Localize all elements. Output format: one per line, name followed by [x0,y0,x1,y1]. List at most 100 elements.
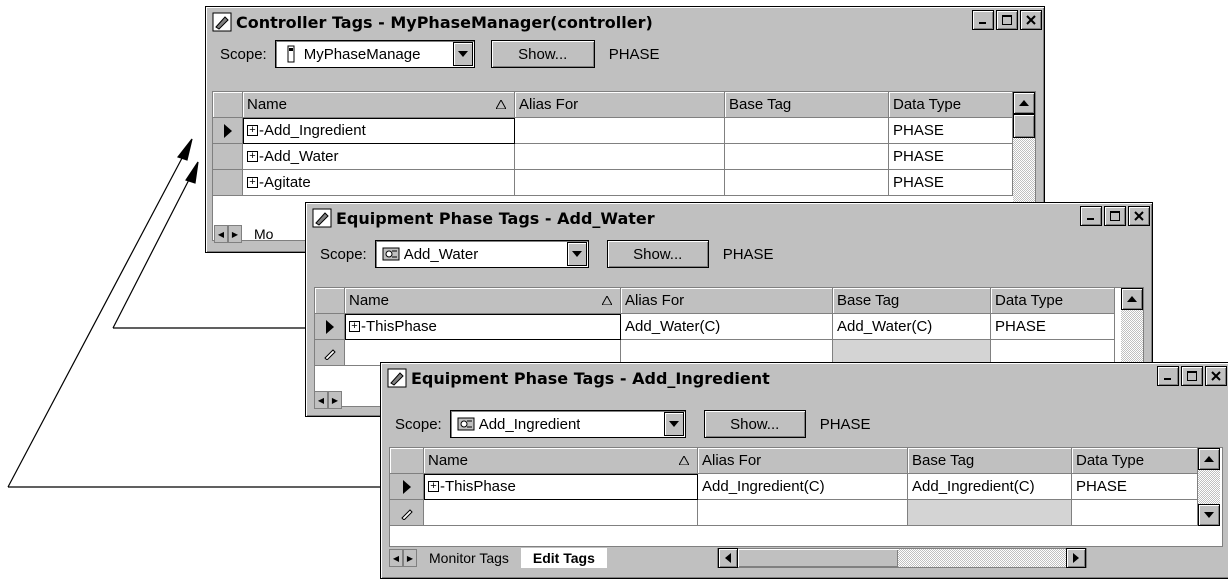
maximize-button[interactable] [996,10,1018,30]
cell-alias-for[interactable] [515,118,725,144]
chevron-down-icon[interactable] [663,412,684,436]
tab-scroll-right-icon[interactable]: ▶ [328,391,342,409]
cell-alias-for[interactable]: Add_Ingredient(C) [698,474,908,500]
tab-scroll-left-icon[interactable]: ◀ [389,549,403,567]
column-header-alias-for[interactable]: Alias For [621,288,833,314]
column-header-name[interactable]: Name [345,288,621,314]
row-selector[interactable] [315,340,345,366]
cell-base-tag[interactable] [725,118,889,144]
close-button[interactable] [1020,10,1042,30]
column-header-alias-for[interactable]: Alias For [515,92,725,118]
cell-alias-for[interactable] [515,170,725,196]
cell-alias-for[interactable] [698,500,908,526]
cell-name[interactable]: + -Add_Ingredient [243,118,515,144]
table-row[interactable]: + -ThisPhase Add_Ingredient(C) Add_Ingred… [390,474,1198,500]
chevron-down-icon[interactable] [452,42,473,66]
tab-monitor-tags[interactable]: Monitor Tags [417,548,521,568]
scroll-left-button[interactable] [717,548,738,568]
minimize-button[interactable] [972,10,994,30]
close-button[interactable] [1128,206,1150,226]
cell-data-type[interactable]: PHASE [889,144,1013,170]
column-label: Name [349,292,390,309]
scroll-up-button[interactable] [1121,288,1143,310]
table-row[interactable]: + -Agitate PHASE [213,170,1013,196]
minimize-button[interactable] [1157,366,1179,386]
table-row[interactable]: + -ThisPhase Add_Water(C) Add_Water(C) PH… [315,314,1115,340]
expand-icon[interactable]: + [247,151,258,162]
scroll-right-button[interactable] [1065,548,1086,568]
column-header-base-tag[interactable]: Base Tag [725,92,889,118]
scope-dropdown[interactable]: Add_Ingredient [449,410,686,438]
new-tag-row[interactable] [390,500,1198,526]
scroll-up-button[interactable] [1013,92,1035,114]
scope-dropdown[interactable]: MyPhaseManage [274,40,475,68]
tab-edit-tags[interactable]: Edit Tags [520,548,607,568]
cell-data-type[interactable]: PHASE [1072,474,1198,500]
row-selector[interactable] [213,170,243,196]
scroll-thumb[interactable] [1013,114,1035,138]
minimize-button[interactable] [1080,206,1102,226]
cell-name[interactable]: + -Add_Water [243,144,515,170]
row-selector[interactable] [315,314,345,340]
cell-alias-for[interactable]: Add_Water(C) [621,314,833,340]
show-button[interactable]: Show... [490,40,595,68]
scope-value: MyPhaseManage [303,45,421,63]
expand-icon[interactable]: + [247,177,258,188]
column-header-name[interactable]: Name [424,448,698,474]
scroll-down-button[interactable] [1198,504,1220,526]
cell-name[interactable]: + -ThisPhase [345,314,621,340]
row-selector[interactable] [213,118,243,144]
cell-alias-for[interactable] [515,144,725,170]
cell-data-type[interactable]: PHASE [991,314,1115,340]
tab-scroll-left-icon[interactable]: ◀ [314,391,328,409]
column-header-data-type[interactable]: Data Type [1072,448,1198,474]
title-bar[interactable]: Controller Tags - MyPhaseManager(control… [208,9,1042,35]
cell-base-tag[interactable]: Add_Water(C) [833,314,991,340]
minimize-icon [1087,218,1094,220]
tab-scroll-left-icon[interactable]: ◀ [214,225,228,243]
tag-name: -Agitate [259,174,311,191]
scroll-up-button[interactable] [1198,448,1220,470]
expand-icon[interactable]: + [247,125,258,136]
cell-name[interactable]: + -ThisPhase [424,474,698,500]
show-button[interactable]: Show... [606,240,709,268]
table-row[interactable]: + -Add_Water PHASE [213,144,1013,170]
expand-icon[interactable]: + [349,321,360,332]
scope-dropdown[interactable]: Add_Water [374,240,589,268]
column-header-name[interactable]: Name [243,92,515,118]
column-header-base-tag[interactable]: Base Tag [833,288,991,314]
title-bar[interactable]: Equipment Phase Tags - Add_Water [308,205,1150,231]
column-header-data-type[interactable]: Data Type [889,92,1013,118]
cell-base-tag[interactable] [725,144,889,170]
maximize-button[interactable] [1104,206,1126,226]
cell-data-type[interactable] [1072,500,1198,526]
close-button[interactable] [1205,366,1227,386]
cell-data-type[interactable]: PHASE [889,170,1013,196]
column-header-alias-for[interactable]: Alias For [698,448,908,474]
cell-base-tag[interactable] [908,500,1072,526]
cell-data-type[interactable]: PHASE [889,118,1013,144]
tab-monitor-tags[interactable]: Mo [242,224,285,244]
table-row[interactable]: + -Add_Ingredient PHASE [213,118,1013,144]
cell-base-tag[interactable] [725,170,889,196]
tag-name: -ThisPhase [361,318,437,335]
chevron-down-icon[interactable] [566,242,587,266]
show-button[interactable]: Show... [703,410,806,438]
cell-name[interactable]: + -Agitate [243,170,515,196]
row-selector[interactable] [390,500,424,526]
tab-scroll-right-icon[interactable]: ▶ [228,225,242,243]
row-header-corner [213,92,243,118]
column-header-data-type[interactable]: Data Type [991,288,1115,314]
tab-scroll-right-icon[interactable]: ▶ [403,549,417,567]
scroll-thumb[interactable] [737,549,898,567]
expand-icon[interactable]: + [428,481,439,492]
vertical-scrollbar[interactable] [1198,448,1220,526]
maximize-button[interactable] [1181,366,1203,386]
title-bar[interactable]: Equipment Phase Tags - Add_Ingredient [383,365,1228,391]
horizontal-scrollbar[interactable] [716,548,1087,568]
cell-name[interactable] [424,500,698,526]
row-selector[interactable] [213,144,243,170]
column-header-base-tag[interactable]: Base Tag [908,448,1072,474]
row-selector[interactable] [390,474,424,500]
cell-base-tag[interactable]: Add_Ingredient(C) [908,474,1072,500]
